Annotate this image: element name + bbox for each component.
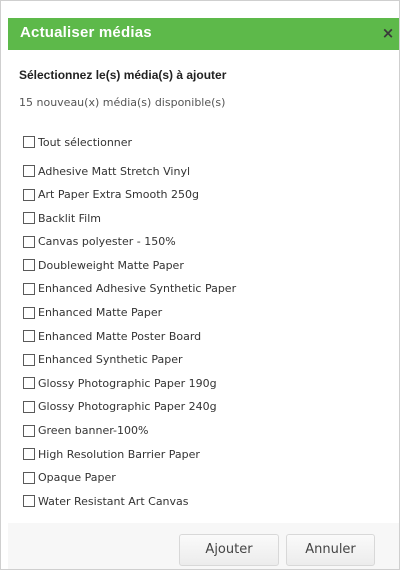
dialog-titlebar: Actualiser médias × — [8, 18, 399, 50]
media-item[interactable]: Green banner-100% — [23, 423, 236, 439]
dialog-title: Actualiser médias — [20, 24, 152, 41]
media-label[interactable]: Backlit Film — [38, 212, 101, 225]
media-label[interactable]: High Resolution Barrier Paper — [38, 448, 200, 461]
media-item[interactable]: Doubleweight Matte Paper — [23, 257, 236, 273]
media-label[interactable]: Adhesive Matt Stretch Vinyl — [38, 165, 190, 178]
media-item[interactable]: Glossy Photographic Paper 240g — [23, 399, 236, 415]
media-list: Adhesive Matt Stretch Vinyl Art Paper Ex… — [23, 163, 236, 517]
available-count: 15 nouveau(x) média(s) disponible(s) — [19, 96, 226, 109]
media-checkbox[interactable] — [23, 330, 35, 343]
cancel-button[interactable]: Annuler — [286, 534, 375, 566]
media-label[interactable]: Opaque Paper — [38, 471, 116, 484]
media-label[interactable]: Glossy Photographic Paper 190g — [38, 377, 217, 390]
media-item[interactable]: Water Resistant Art Canvas — [23, 493, 236, 509]
media-label[interactable]: Art Paper Extra Smooth 250g — [38, 188, 199, 201]
media-checkbox[interactable] — [23, 424, 35, 437]
media-checkbox[interactable] — [23, 212, 35, 225]
select-all-label[interactable]: Tout sélectionner — [38, 136, 132, 149]
media-item[interactable]: Canvas polyester - 150% — [23, 234, 236, 250]
update-media-dialog: Actualiser médias × Sélectionnez le(s) m… — [0, 0, 400, 570]
media-item[interactable]: Art Paper Extra Smooth 250g — [23, 187, 236, 203]
media-checkbox[interactable] — [23, 188, 35, 201]
select-all-checkbox[interactable] — [23, 136, 35, 148]
media-item[interactable]: Glossy Photographic Paper 190g — [23, 375, 236, 391]
media-checkbox[interactable] — [23, 259, 35, 272]
media-label[interactable]: Glossy Photographic Paper 240g — [38, 400, 217, 413]
media-checkbox[interactable] — [23, 165, 35, 177]
media-checkbox[interactable] — [23, 353, 35, 366]
media-item[interactable]: Adhesive Matt Stretch Vinyl — [23, 163, 236, 179]
media-checkbox[interactable] — [23, 235, 35, 248]
media-item[interactable]: Enhanced Matte Poster Board — [23, 328, 236, 344]
media-label[interactable]: Enhanced Matte Paper — [38, 306, 162, 319]
media-checkbox[interactable] — [23, 306, 35, 319]
media-checkbox[interactable] — [23, 448, 35, 461]
select-all-row[interactable]: Tout sélectionner — [23, 134, 132, 150]
media-item[interactable]: Enhanced Adhesive Synthetic Paper — [23, 281, 236, 297]
media-item[interactable]: Opaque Paper — [23, 470, 236, 486]
media-checkbox[interactable] — [23, 471, 35, 484]
add-button[interactable]: Ajouter — [179, 534, 279, 566]
close-icon[interactable]: × — [379, 23, 397, 43]
media-checkbox[interactable] — [23, 377, 35, 390]
media-checkbox[interactable] — [23, 495, 35, 508]
media-item[interactable]: Enhanced Synthetic Paper — [23, 352, 236, 368]
dialog-footer: Ajouter Annuler — [8, 523, 399, 569]
media-item[interactable]: Enhanced Matte Paper — [23, 305, 236, 321]
media-label[interactable]: Water Resistant Art Canvas — [38, 495, 189, 508]
media-label[interactable]: Canvas polyester - 150% — [38, 235, 176, 248]
dialog-subtitle: Sélectionnez le(s) média(s) à ajouter — [19, 68, 227, 82]
media-label[interactable]: Doubleweight Matte Paper — [38, 259, 184, 272]
media-label[interactable]: Enhanced Matte Poster Board — [38, 330, 201, 343]
media-checkbox[interactable] — [23, 282, 35, 295]
media-label[interactable]: Enhanced Synthetic Paper — [38, 353, 182, 366]
media-label[interactable]: Green banner-100% — [38, 424, 148, 437]
media-checkbox[interactable] — [23, 400, 35, 413]
media-label[interactable]: Enhanced Adhesive Synthetic Paper — [38, 282, 236, 295]
media-item[interactable]: High Resolution Barrier Paper — [23, 446, 236, 462]
media-item[interactable]: Backlit Film — [23, 210, 236, 226]
